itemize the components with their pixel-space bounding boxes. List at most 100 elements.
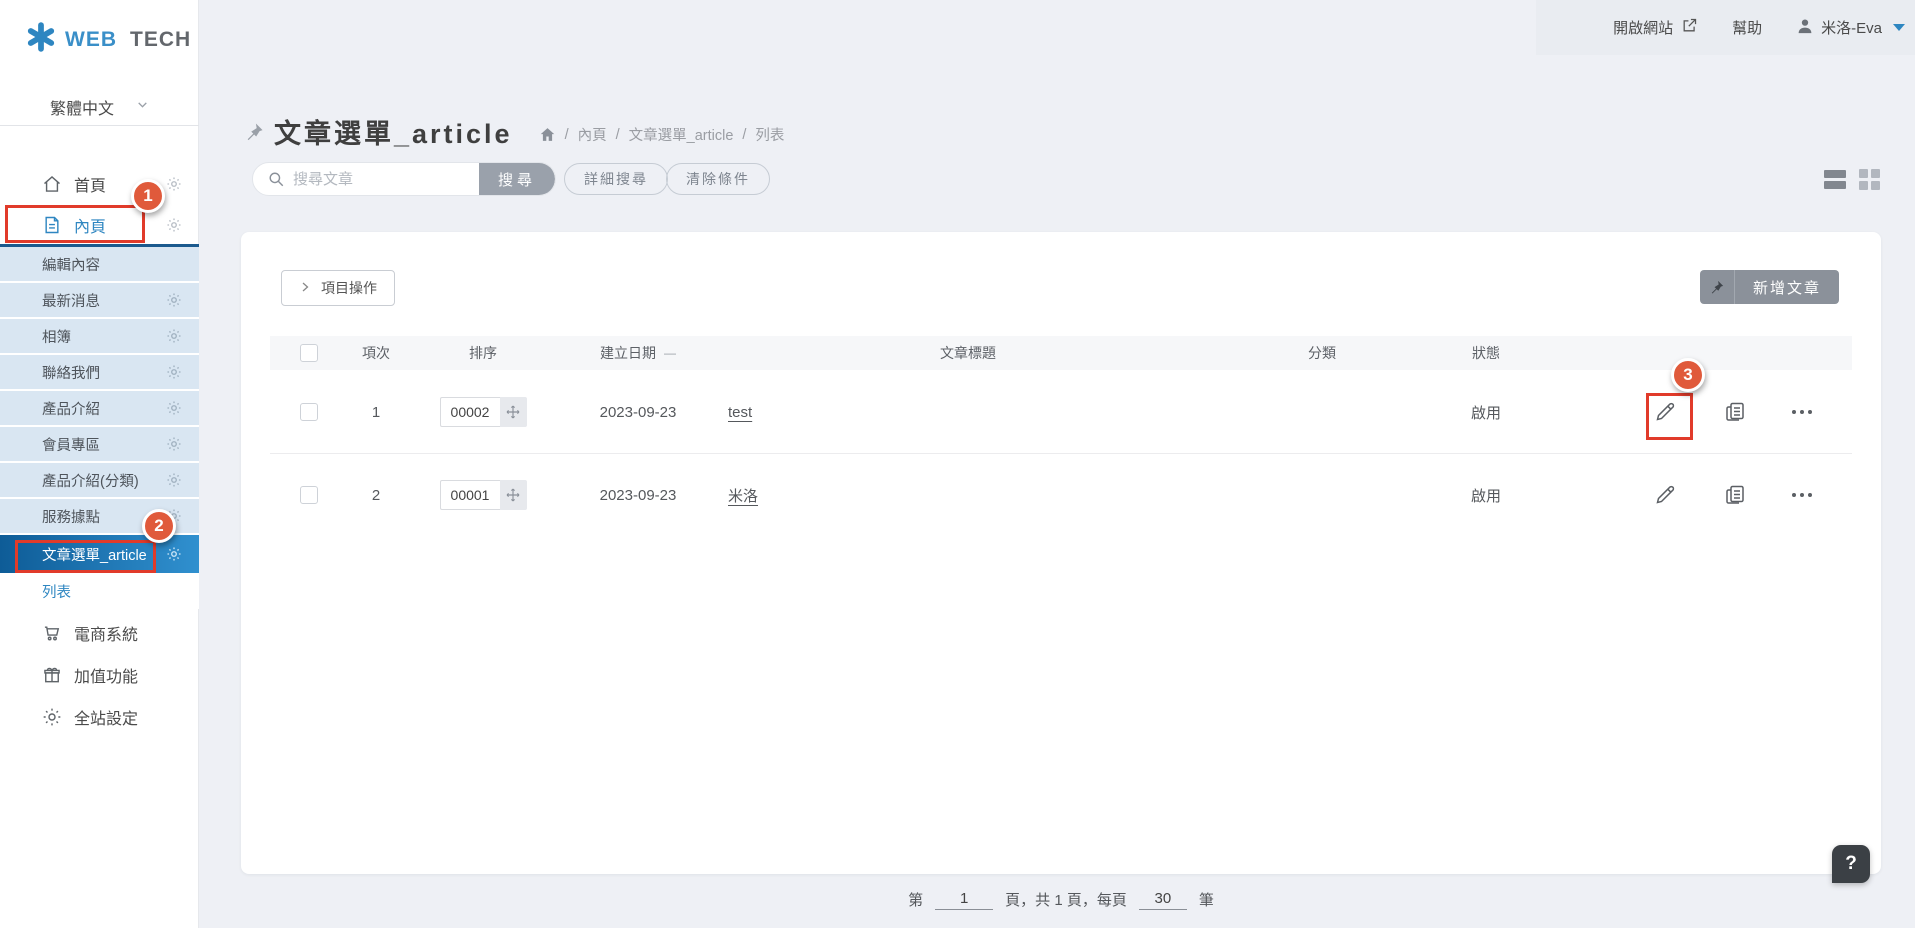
search-button[interactable]: 搜尋 — [479, 162, 555, 196]
list-view-icon[interactable] — [1824, 170, 1846, 189]
subitem-label: 相簿 — [42, 326, 71, 347]
subitem-label: 服務據點 — [42, 506, 100, 527]
sidebar-item-addons[interactable]: 加值功能 — [0, 654, 199, 696]
open-site-link[interactable]: 開啟網站 — [1613, 17, 1698, 38]
page-number-input[interactable] — [935, 888, 993, 910]
subitem-label: 產品介紹(分類) — [42, 470, 139, 491]
sidebar-subitem-edit-content[interactable]: 編輯內容 — [0, 247, 199, 283]
cart-icon — [42, 623, 62, 643]
sidebar-item-home[interactable]: 首頁 — [0, 165, 199, 203]
table-row: 1 2023-09-23 test 啟用 — [270, 378, 1852, 446]
gear-icon[interactable] — [166, 436, 182, 452]
sidebar-item-site-settings[interactable]: 全站設定 — [0, 696, 199, 738]
row-index: 2 — [348, 487, 404, 504]
caret-down-icon — [1893, 24, 1905, 31]
col-header-created[interactable]: 建立日期 — — [562, 343, 714, 363]
table-row: 2 2023-09-23 米洛 啟用 — [270, 461, 1852, 529]
drag-handle-icon[interactable] — [500, 397, 527, 427]
gear-icon[interactable] — [166, 217, 182, 233]
breadcrumb: / 內頁 / 文章選單_article / 列表 — [539, 118, 785, 145]
search-icon — [267, 170, 285, 188]
username: 米洛-Eva — [1821, 17, 1882, 38]
gear-icon[interactable] — [166, 364, 182, 380]
sidebar-subitem-members[interactable]: 會員專區 — [0, 427, 199, 463]
copy-icon[interactable] — [1722, 399, 1748, 425]
gift-icon — [42, 665, 62, 685]
edit-pencil-icon[interactable] — [1652, 482, 1678, 508]
more-actions-icon[interactable] — [1792, 482, 1812, 508]
chevron-down-icon — [136, 98, 149, 116]
gear-icon[interactable] — [166, 176, 182, 192]
article-title-link[interactable]: 米洛 — [728, 488, 758, 505]
breadcrumb-item[interactable]: 內頁 — [578, 124, 607, 145]
sidebar-subitem-article-menu[interactable]: 文章選單_article — [0, 535, 199, 573]
user-menu[interactable]: 米洛-Eva — [1796, 17, 1905, 39]
chevron-right-icon — [299, 280, 311, 296]
gear-icon[interactable] — [166, 328, 182, 344]
asterisk-logo-icon — [26, 22, 56, 57]
edit-pencil-icon[interactable] — [1652, 399, 1678, 425]
sidebar-subitem-service-locations[interactable]: 服務據點 — [0, 499, 199, 535]
user-icon — [1796, 17, 1814, 39]
advanced-search-button[interactable]: 詳細搜尋 — [564, 163, 668, 195]
add-article-button[interactable]: 新增文章 — [1735, 270, 1839, 304]
clear-filters-button[interactable]: 清除條件 — [666, 163, 770, 195]
bulk-actions-label: 項目操作 — [321, 278, 377, 298]
sort-order-input[interactable] — [440, 480, 500, 510]
search-input[interactable] — [293, 171, 479, 188]
help-widget-button[interactable]: ? — [1832, 845, 1870, 883]
language-selector[interactable]: 繁體中文 — [0, 88, 199, 126]
bulk-actions-button[interactable]: 項目操作 — [281, 270, 395, 306]
select-all-checkbox[interactable] — [300, 344, 318, 362]
sidebar-subitem-contact[interactable]: 聯絡我們 — [0, 355, 199, 391]
view-toggles — [1824, 169, 1880, 190]
brand-word-secondary: TECH — [130, 28, 191, 52]
brand-word-primary: WEB — [65, 28, 117, 52]
gear-icon[interactable] — [166, 472, 182, 488]
row-status: 啟用 — [1422, 485, 1550, 506]
breadcrumb-separator: / — [565, 127, 569, 143]
sort-order-input[interactable] — [440, 397, 500, 427]
help-link[interactable]: 幫助 — [1732, 17, 1762, 38]
sidebar-subitem-list[interactable]: 列表 — [0, 573, 199, 609]
external-link-icon — [1681, 17, 1698, 38]
row-index: 1 — [348, 404, 404, 421]
subitem-label: 列表 — [42, 581, 71, 602]
sidebar-subitem-album[interactable]: 相簿 — [0, 319, 199, 355]
row-divider — [270, 453, 1852, 454]
col-header-index: 項次 — [348, 343, 404, 363]
breadcrumb-separator: / — [616, 127, 620, 143]
sidebar-subitem-products[interactable]: 產品介紹 — [0, 391, 199, 427]
search-bar: 搜尋 — [252, 162, 556, 196]
gear-icon[interactable] — [166, 400, 182, 416]
gear-icon[interactable] — [166, 292, 182, 308]
subitem-label: 聯絡我們 — [42, 362, 100, 383]
row-checkbox[interactable] — [300, 486, 318, 504]
home-icon — [42, 174, 62, 194]
sidebar-subitem-news[interactable]: 最新消息 — [0, 283, 199, 319]
more-actions-icon[interactable] — [1792, 399, 1812, 425]
gear-icon[interactable] — [166, 546, 182, 562]
pagination-prefix: 第 — [908, 889, 923, 910]
pushpin-icon[interactable] — [1700, 270, 1735, 304]
article-title-link[interactable]: test — [728, 404, 752, 421]
gear-icon[interactable] — [166, 508, 182, 524]
sort-cell — [440, 480, 527, 510]
breadcrumb-item[interactable]: 列表 — [755, 124, 784, 145]
home-icon[interactable] — [539, 126, 556, 143]
sidebar-item-ecommerce[interactable]: 電商系統 — [0, 612, 199, 654]
sidebar-item-inner-pages[interactable]: 內頁 — [0, 206, 199, 244]
row-checkbox[interactable] — [300, 403, 318, 421]
pagination-middle: 頁，共 1 頁，每頁 — [1005, 889, 1127, 910]
per-page-input[interactable] — [1139, 888, 1187, 910]
breadcrumb-item[interactable]: 文章選單_article — [629, 124, 734, 145]
grid-view-icon[interactable] — [1859, 169, 1880, 190]
sidebar-subitem-products-category[interactable]: 產品介紹(分類) — [0, 463, 199, 499]
add-article-group[interactable]: 新增文章 — [1700, 270, 1839, 304]
col-header-status: 狀態 — [1422, 343, 1550, 363]
col-header-sort[interactable]: 排序 — [404, 343, 562, 363]
sidebar-item-label: 電商系統 — [74, 621, 138, 645]
help-label: 幫助 — [1732, 17, 1762, 38]
copy-icon[interactable] — [1722, 482, 1748, 508]
drag-handle-icon[interactable] — [500, 480, 527, 510]
